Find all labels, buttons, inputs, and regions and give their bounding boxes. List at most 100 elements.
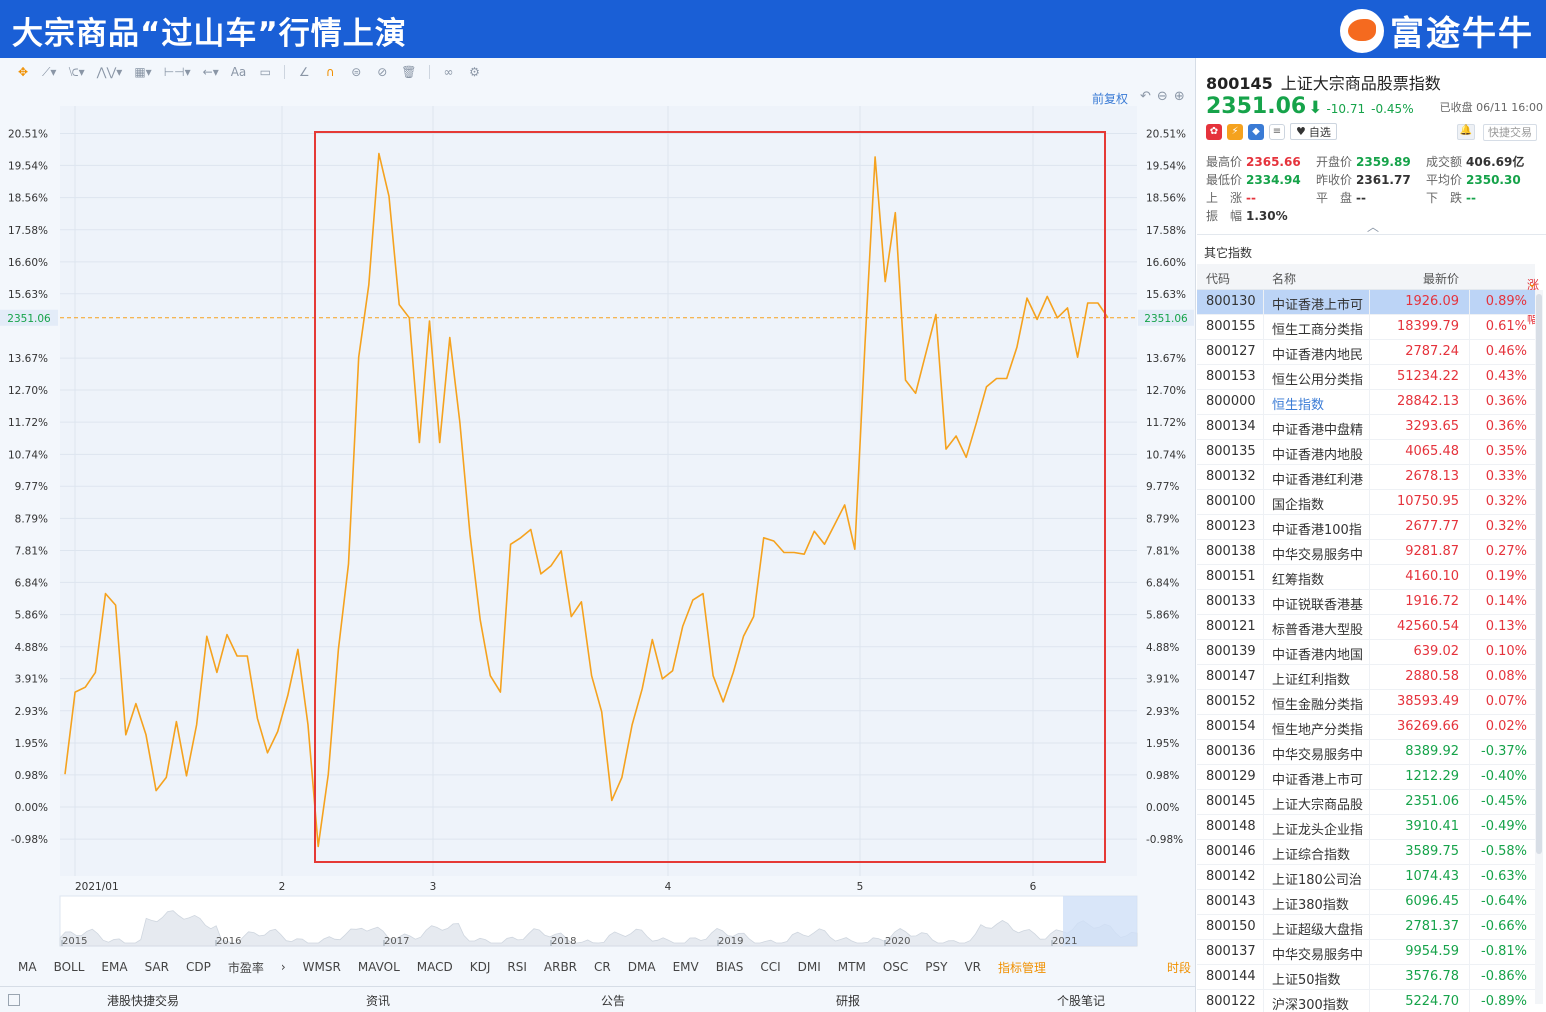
chevron-right-icon[interactable]: › xyxy=(281,960,286,974)
table-row[interactable]: 800123 中证香港100指 2677.77 0.32% xyxy=(1197,515,1535,540)
col-name[interactable]: 名称 xyxy=(1272,270,1296,287)
indicator-tab[interactable]: EMA xyxy=(101,960,127,974)
indicator-tab[interactable]: MA xyxy=(18,960,37,974)
angle-icon[interactable]: ∠ xyxy=(297,63,311,81)
table-row[interactable]: 800147 上证红利指数 2880.58 0.08% xyxy=(1197,665,1535,690)
comment-icon[interactable]: ▭ xyxy=(258,63,272,81)
quick-trade-button[interactable]: 快捷交易 xyxy=(1483,124,1537,141)
add-watchlist-button[interactable]: ♥ 自选 xyxy=(1290,123,1337,140)
column-divider xyxy=(1369,340,1370,364)
indicator-tab[interactable]: SAR xyxy=(145,960,169,974)
indicator-tab[interactable]: MTM xyxy=(838,960,866,974)
bottom-tab[interactable]: 公告 xyxy=(601,992,625,1009)
indicator-tab[interactable]: DMA xyxy=(628,960,656,974)
gear-icon[interactable]: ⚙ xyxy=(468,63,482,81)
indicator-tab[interactable]: EMV xyxy=(673,960,699,974)
row-code: 800147 xyxy=(1206,669,1256,684)
table-row[interactable]: 800154 恒生地产分类指 36269.66 0.02% xyxy=(1197,715,1535,740)
indicator-tab[interactable]: OSC xyxy=(883,960,908,974)
hide-icon[interactable]: ⊘ xyxy=(375,63,389,81)
trash-icon[interactable]: 🗑 xyxy=(401,63,416,81)
table-row[interactable]: 800144 上证50指数 3576.78 -0.86% xyxy=(1197,965,1535,990)
link-icon[interactable]: ∞ xyxy=(442,63,456,81)
range-icon[interactable]: ⊢⊣▾ xyxy=(164,63,191,81)
table-row[interactable]: 800138 中华交易服务中 9281.87 0.27% xyxy=(1197,540,1535,565)
indicator-tab[interactable]: BIAS xyxy=(716,960,744,974)
fib-icon[interactable]: ▦▾ xyxy=(134,63,151,81)
table-row[interactable]: 800132 中证香港红利港 2678.13 0.33% xyxy=(1197,465,1535,490)
scroll-thumb[interactable] xyxy=(1536,294,1542,854)
table-row[interactable]: 800127 中证香港内地民 2787.24 0.46% xyxy=(1197,340,1535,365)
price-chart[interactable]: 20.51% 20.51% 19.54% 19.54% 18.56% 18.56% 17.5… xyxy=(0,86,1196,954)
table-row[interactable]: 800152 恒生金融分类指 38593.49 0.07% xyxy=(1197,690,1535,715)
magnet-icon[interactable]: ∩ xyxy=(323,63,337,81)
indicator-manager-button[interactable]: 指标管理 xyxy=(998,959,1046,976)
indicator-tab[interactable]: MAVOL xyxy=(358,960,400,974)
indicator-tab[interactable]: CCI xyxy=(760,960,780,974)
indicator-tab[interactable]: VR xyxy=(964,960,981,974)
indicator-tab[interactable]: MACD xyxy=(417,960,453,974)
table-row[interactable]: 800135 中证香港内地股 4065.48 0.35% xyxy=(1197,440,1535,465)
cycle-icon[interactable]: ⊜ xyxy=(349,63,363,81)
column-divider xyxy=(1369,890,1370,914)
tag-icon[interactable]: ◆ xyxy=(1248,123,1264,140)
table-row[interactable]: 800145 上证大宗商品股 2351.06 -0.45% xyxy=(1197,790,1535,815)
indicator-tab[interactable]: RSI xyxy=(507,960,527,974)
table-row[interactable]: 800133 中证锐联香港基 1916.72 0.14% xyxy=(1197,590,1535,615)
move-icon[interactable]: ✥ xyxy=(16,63,30,81)
column-divider xyxy=(1469,440,1470,464)
row-code: 800148 xyxy=(1206,819,1256,834)
table-row[interactable]: 800100 国企指数 10750.95 0.32% xyxy=(1197,490,1535,515)
y-tick-left: 12.70% xyxy=(8,385,48,397)
text-tool[interactable]: Aa xyxy=(231,63,247,81)
line-icon[interactable]: ⟋▾ xyxy=(42,63,56,81)
table-row[interactable]: 800139 中证香港内地国 639.02 0.10% xyxy=(1197,640,1535,665)
row-pct: -0.86% xyxy=(1481,969,1527,984)
indicator-tab[interactable]: WMSR xyxy=(303,960,341,974)
chevron-up-icon[interactable]: ︿ xyxy=(1367,218,1379,235)
indicator-tab[interactable]: PSY xyxy=(925,960,947,974)
indicator-tab[interactable]: BOLL xyxy=(54,960,85,974)
table-row[interactable]: 800150 上证超级大盘指 2781.37 -0.66% xyxy=(1197,915,1535,940)
wave-icon[interactable]: ⋀⋁▾ xyxy=(97,63,123,81)
ray-icon[interactable]: ⟈▾ xyxy=(68,63,84,81)
bottom-tab[interactable]: 港股快捷交易 xyxy=(107,992,179,1009)
table-row[interactable]: 800151 红筹指数 4160.10 0.19% xyxy=(1197,565,1535,590)
table-row[interactable]: 800153 恒生公用分类指 51234.22 0.43% xyxy=(1197,365,1535,390)
table-row[interactable]: 800148 上证龙头企业指 3910.41 -0.49% xyxy=(1197,815,1535,840)
col-code[interactable]: 代码 xyxy=(1206,270,1230,287)
time-period-button[interactable]: 时段 xyxy=(1167,959,1191,976)
table-row[interactable]: 800137 中华交易服务中 9954.59 -0.81% xyxy=(1197,940,1535,965)
table-row[interactable]: 800129 中证香港上市可 1212.29 -0.40% xyxy=(1197,765,1535,790)
table-row[interactable]: 800000 恒生指数 28842.13 0.36% xyxy=(1197,390,1535,415)
row-code: 800144 xyxy=(1206,969,1256,984)
indicator-tab[interactable]: ARBR xyxy=(544,960,577,974)
indicator-tab[interactable]: CR xyxy=(594,960,611,974)
alert-bell-icon[interactable]: 🔔 xyxy=(1457,124,1475,140)
note-icon[interactable]: ≡ xyxy=(1269,123,1285,140)
table-row[interactable]: 800136 中华交易服务中 8389.92 -0.37% xyxy=(1197,740,1535,765)
table-row[interactable]: 800142 上证180公司治 1074.43 -0.63% xyxy=(1197,865,1535,890)
table-row[interactable]: 800143 上证380指数 6096.45 -0.64% xyxy=(1197,890,1535,915)
indicator-tab[interactable]: KDJ xyxy=(470,960,491,974)
table-row[interactable]: 800146 上证综合指数 3589.75 -0.58% xyxy=(1197,840,1535,865)
flash-icon[interactable]: ⚡ xyxy=(1227,123,1243,140)
table-row[interactable]: 800130 中证香港上市可 1926.09 0.89% xyxy=(1197,290,1535,315)
table-row[interactable]: 800155 恒生工商分类指 18399.79 0.61% xyxy=(1197,315,1535,340)
table-row[interactable]: 800121 标普香港大型股 42560.54 0.13% xyxy=(1197,615,1535,640)
col-price[interactable]: 最新价 xyxy=(1423,270,1459,287)
bottom-tab[interactable]: 资讯 xyxy=(366,992,390,1009)
indicator-tab[interactable]: DMI xyxy=(798,960,821,974)
bottom-tab[interactable]: 研报 xyxy=(836,992,860,1009)
table-row[interactable]: 800122 沪深300指数 5224.70 -0.89% xyxy=(1197,990,1535,1012)
table-scrollbar[interactable] xyxy=(1535,290,1543,1004)
y-tick-right: 11.72% xyxy=(1146,417,1186,429)
indicator-tab[interactable]: 市盈率 xyxy=(228,959,264,976)
bottom-tab[interactable]: 个股笔记 xyxy=(1057,992,1105,1009)
collapse-checkbox[interactable] xyxy=(8,994,20,1006)
table-row[interactable]: 800134 中证香港中盘精 3293.65 0.36% xyxy=(1197,415,1535,440)
row-name: 恒生地产分类指 xyxy=(1272,723,1364,738)
arrow-icon[interactable]: ←▾ xyxy=(203,63,219,81)
stat-up: 上 涨 -- xyxy=(1206,191,1256,205)
indicator-tab[interactable]: CDP xyxy=(186,960,211,974)
